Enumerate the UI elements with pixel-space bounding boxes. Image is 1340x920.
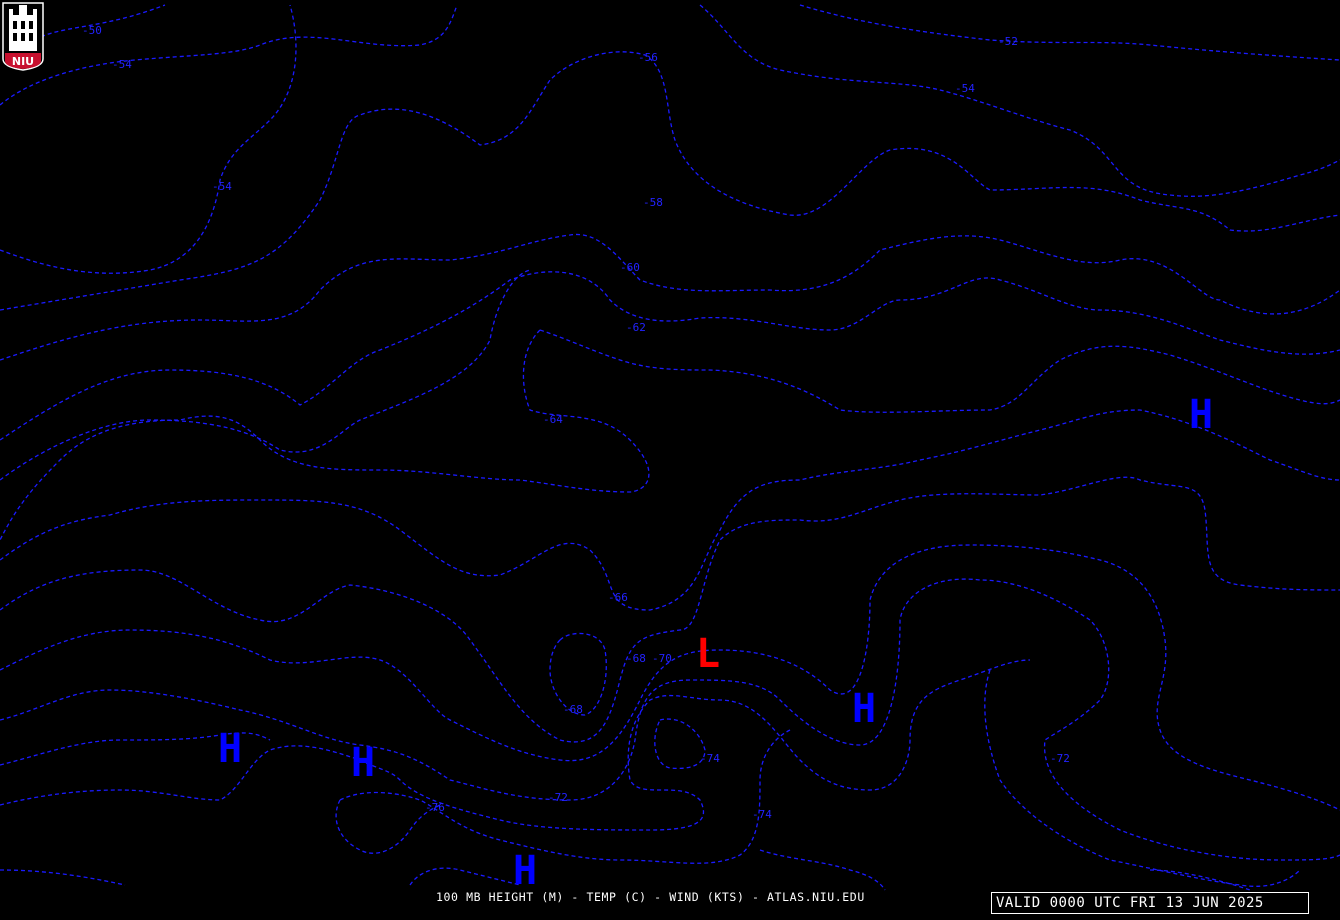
contour-label: -52 <box>998 35 1018 48</box>
high-pressure-marker: H <box>513 848 537 894</box>
contour-label: -60 <box>620 261 640 274</box>
contour-line <box>0 269 531 481</box>
contour-line <box>0 233 1340 361</box>
contour-line <box>0 271 1340 441</box>
contour-label: -64 <box>543 413 563 426</box>
map-caption: 100 MB HEIGHT (M) - TEMP (C) - WIND (KTS… <box>436 890 865 904</box>
contour-line <box>539 329 1340 413</box>
niu-logo: NIU <box>2 2 44 71</box>
low-pressure-marker: L <box>696 631 720 677</box>
pressure-centers: H H H H H L <box>218 392 1213 894</box>
contour-line <box>0 51 1340 311</box>
contour-label: -62 <box>626 321 646 334</box>
contour-label: -54 <box>112 58 132 71</box>
contour-label: -50 <box>82 24 102 37</box>
contour-line <box>409 867 521 886</box>
contour-line <box>0 4 458 106</box>
contour-label: -54 <box>955 82 975 95</box>
contour-label: -70 <box>652 652 672 665</box>
contour-line <box>1149 869 1251 891</box>
contour-label: -56 <box>638 51 658 64</box>
contour-label: -68 <box>626 652 646 665</box>
contour-label: -72 <box>548 791 568 804</box>
contour-line <box>0 476 1340 743</box>
contour-label: -54 <box>212 180 232 193</box>
isotherm-contours <box>0 4 1340 891</box>
high-pressure-marker: H <box>852 686 876 732</box>
contour-label: -74 <box>752 808 772 821</box>
high-pressure-marker: H <box>218 726 242 772</box>
svg-text:NIU: NIU <box>12 55 34 68</box>
contour-label: -68 <box>563 703 583 716</box>
contour-line <box>0 409 1340 611</box>
weather-map: -50 -52 -54 -54 -54 -56 -58 -60 -62 -64 … <box>0 4 1340 894</box>
high-pressure-marker: H <box>351 740 375 786</box>
contour-label: -74 <box>700 752 720 765</box>
contour-line <box>0 329 650 541</box>
valid-time: VALID 0000 UTC FRI 13 JUN 2025 <box>991 892 1309 914</box>
contour-label: -72 <box>1050 752 1070 765</box>
contour-line <box>759 849 886 891</box>
contour-line <box>0 869 126 886</box>
contour-label: -76 <box>425 801 445 814</box>
contour-line <box>984 669 1301 887</box>
contour-label: -58 <box>643 196 663 209</box>
contour-line <box>799 4 1340 61</box>
contour-line <box>654 718 706 770</box>
high-pressure-marker: H <box>1189 392 1213 438</box>
contour-line <box>0 544 1340 811</box>
contour-line <box>699 4 1340 197</box>
contour-label: -66 <box>608 591 628 604</box>
